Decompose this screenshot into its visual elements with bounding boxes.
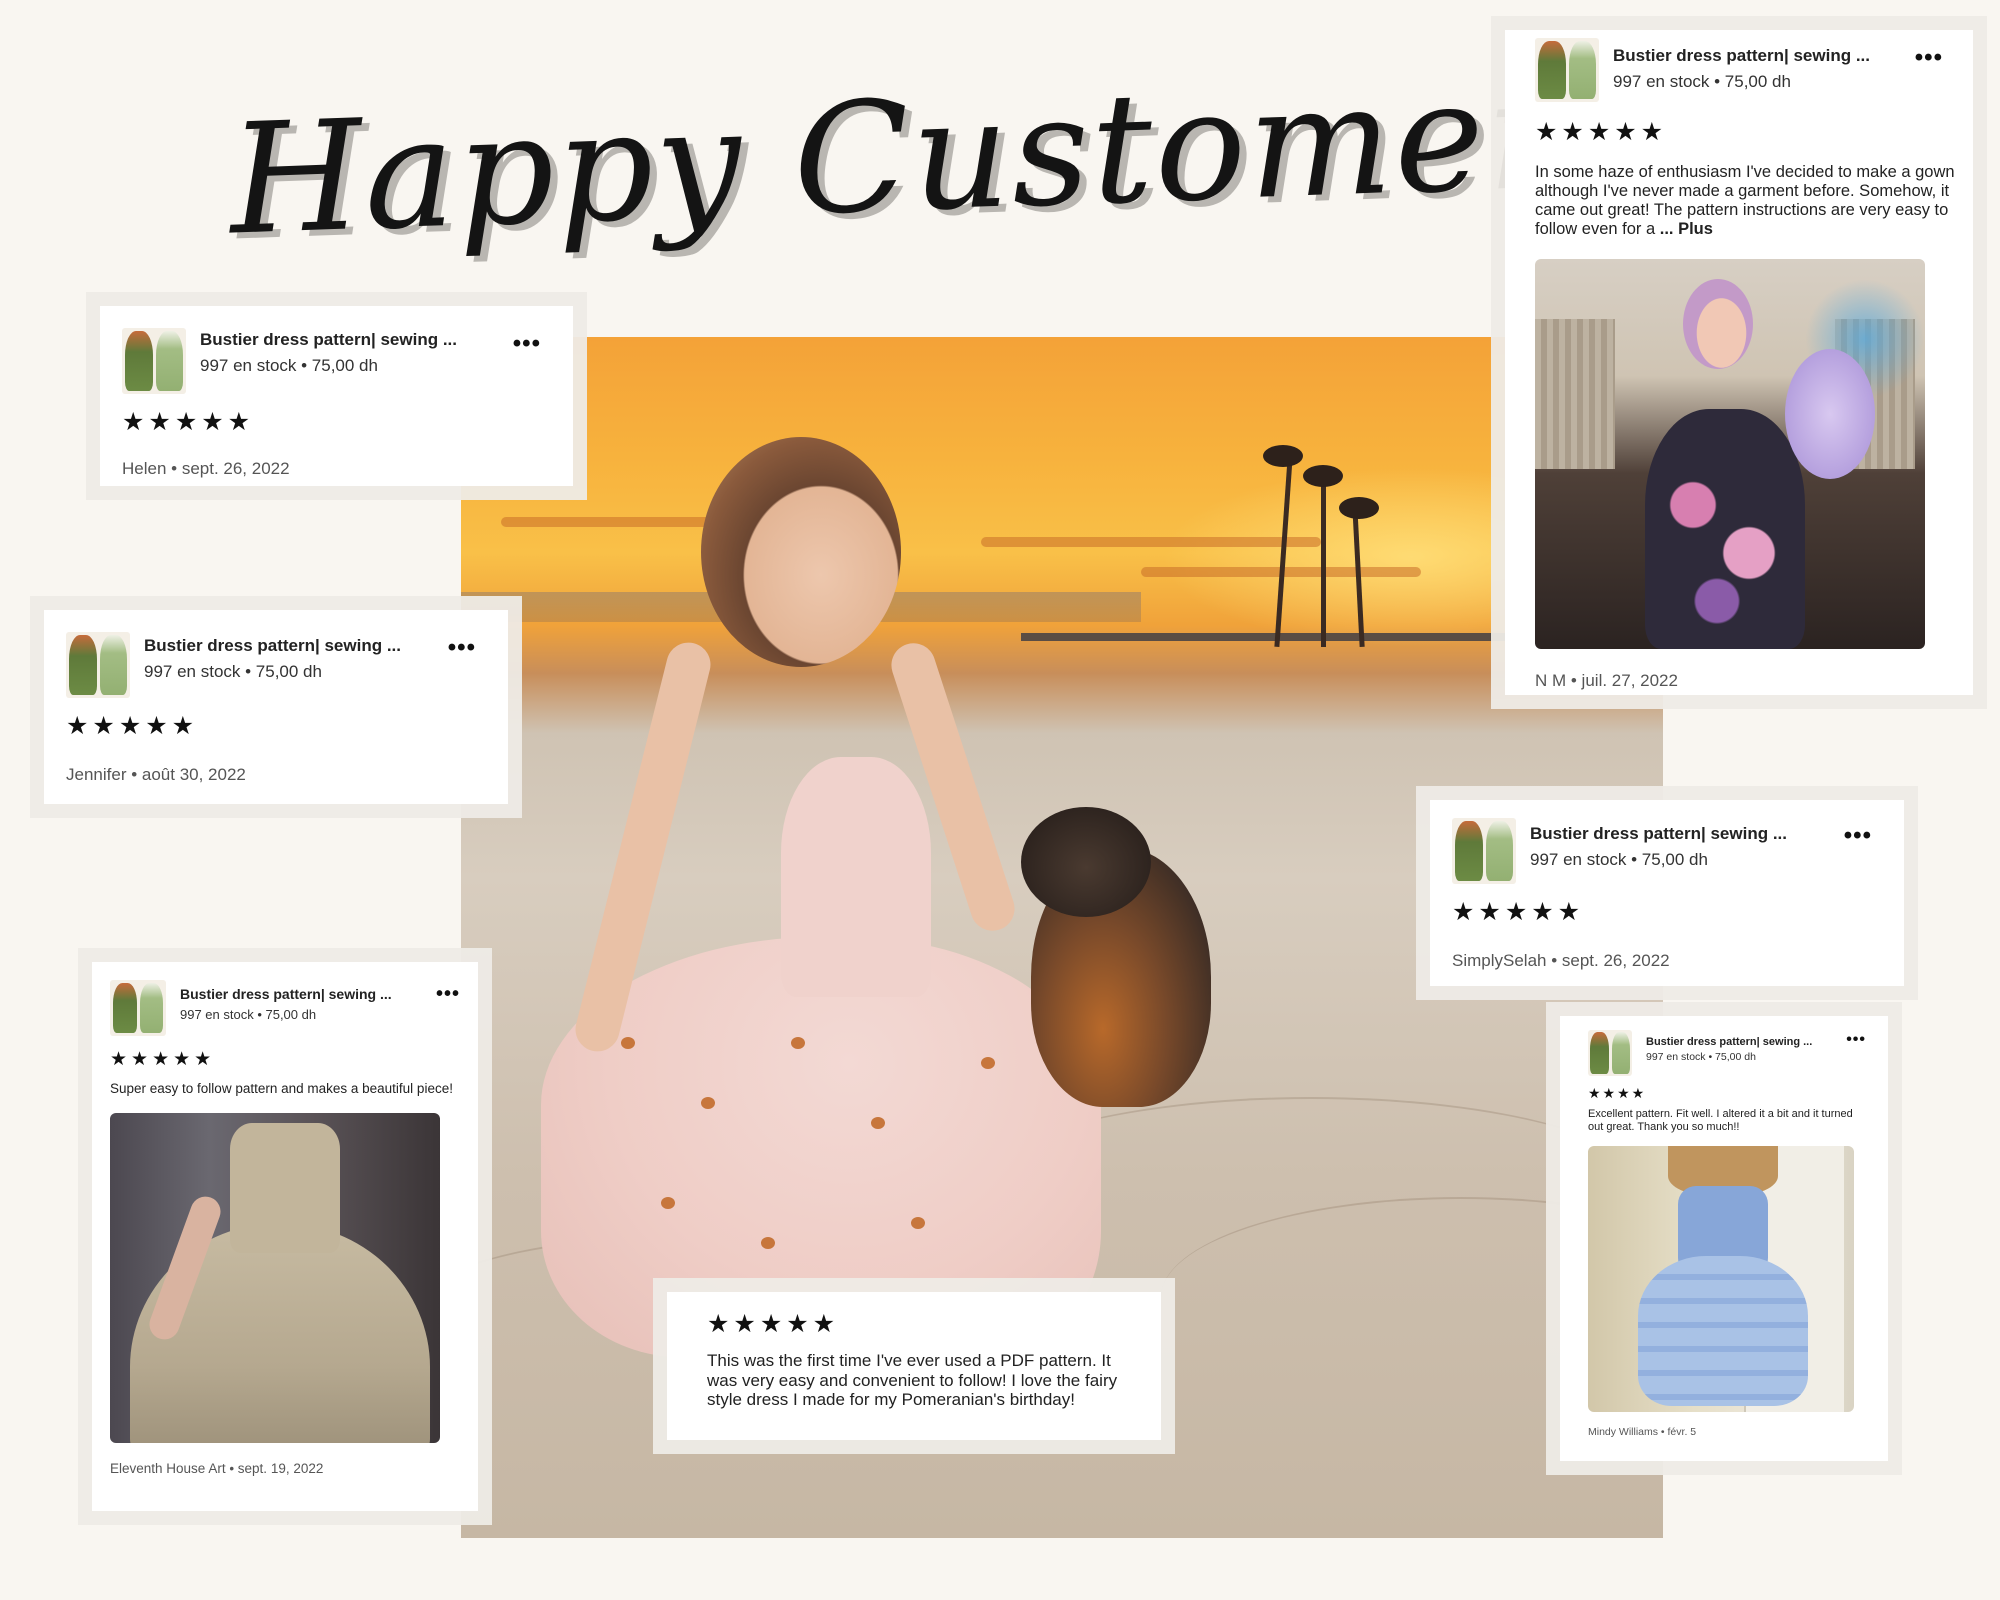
- dress-print: [911, 1217, 925, 1229]
- review-text: This was the first time I've ever used a…: [707, 1351, 1118, 1409]
- pier: [1021, 633, 1581, 641]
- star-rating: ★★★★★: [707, 1310, 840, 1338]
- star-rating: ★★★★: [1588, 1085, 1647, 1101]
- star-rating: ★★★★★: [1535, 118, 1668, 146]
- review-text-content: In some haze of enthusiasm I've decided …: [1535, 163, 1955, 238]
- palm-head: [1339, 497, 1379, 519]
- product-thumbnail[interactable]: [1452, 818, 1516, 884]
- dress-bodice: [781, 757, 931, 997]
- stock-price: 997 en stock • 75,00 dh: [180, 1007, 317, 1022]
- thumbnail-dress-figure: [1568, 41, 1596, 99]
- stock-price: 997 en stock • 75,00 dh: [144, 662, 322, 681]
- thumbnail-dress-figure: [125, 331, 153, 391]
- star-rating: ★★★★★: [110, 1049, 216, 1070]
- review-byline: Eleventh House Art • sept. 19, 2022: [110, 1461, 324, 1476]
- more-horizontal-icon[interactable]: •••: [1844, 824, 1872, 848]
- product-thumbnail[interactable]: [1588, 1030, 1632, 1076]
- stock-price: 997 en stock • 75,00 dh: [200, 356, 378, 375]
- review-text: Excellent pattern. Fit well. I altered i…: [1588, 1108, 1853, 1133]
- thumbnail-dress-figure: [1611, 1032, 1630, 1074]
- palm-head: [1303, 465, 1343, 487]
- stock-price: 997 en stock • 75,00 dh: [1646, 1051, 1756, 1063]
- more-horizontal-icon[interactable]: •••: [1846, 1032, 1866, 1048]
- dress-print: [701, 1097, 715, 1109]
- product-thumbnail[interactable]: [110, 980, 166, 1036]
- product-thumbnail[interactable]: [1535, 38, 1599, 102]
- product-thumbnail[interactable]: [122, 328, 186, 394]
- cloud: [981, 537, 1321, 547]
- read-more-link[interactable]: ... Plus: [1660, 220, 1713, 238]
- thumbnail-dress-figure: [1590, 1032, 1609, 1074]
- thumbnail-dress-figure: [1455, 821, 1483, 881]
- review-photo[interactable]: [110, 1113, 440, 1443]
- review-byline: Jennifer • août 30, 2022: [66, 765, 246, 784]
- bouquet: [1785, 349, 1875, 479]
- thumbnail-dress-figure: [99, 635, 127, 695]
- star-rating: ★★★★★: [66, 712, 199, 740]
- curtain: [1535, 319, 1615, 469]
- review-card: Bustier dress pattern| sewing ... 997 en…: [100, 306, 573, 486]
- product-title[interactable]: Bustier dress pattern| sewing ...: [180, 986, 392, 1002]
- star-rating: ★★★★★: [122, 408, 255, 436]
- product-title[interactable]: Bustier dress pattern| sewing ...: [1646, 1036, 1812, 1048]
- more-horizontal-icon[interactable]: •••: [436, 984, 460, 1004]
- review-byline: Mindy Williams • févr. 5: [1588, 1426, 1697, 1438]
- more-horizontal-icon[interactable]: •••: [1915, 46, 1943, 70]
- thumbnail-dress-figure: [139, 983, 163, 1033]
- thumbnail-dress-figure: [69, 635, 97, 695]
- review-text: Super easy to follow pattern and makes a…: [110, 1081, 453, 1096]
- palm-head: [1263, 445, 1303, 467]
- woman-head: [701, 437, 901, 667]
- thumbnail-dress-figure: [155, 331, 183, 391]
- floral-gown: [1645, 409, 1805, 649]
- review-card: Bustier dress pattern| sewing ... 997 en…: [1560, 1016, 1888, 1461]
- singer-head: [1683, 279, 1753, 369]
- more-horizontal-icon[interactable]: •••: [513, 332, 541, 356]
- palm-trunk: [1321, 477, 1326, 647]
- product-thumbnail[interactable]: [66, 632, 130, 698]
- product-title[interactable]: Bustier dress pattern| sewing ...: [1530, 824, 1787, 844]
- thumbnail-dress-figure: [113, 983, 137, 1033]
- review-photo[interactable]: [1535, 259, 1925, 649]
- stock-price: 997 en stock • 75,00 dh: [1613, 72, 1791, 91]
- stock-price: 997 en stock • 75,00 dh: [1530, 850, 1708, 869]
- product-title[interactable]: Bustier dress pattern| sewing ...: [144, 636, 401, 656]
- thumbnail-dress-figure: [1538, 41, 1566, 99]
- review-photo[interactable]: [1588, 1146, 1854, 1412]
- blue-tulle-skirt: [1638, 1256, 1808, 1406]
- review-card: Bustier dress pattern| sewing ... 997 en…: [44, 610, 508, 804]
- dress-print: [761, 1237, 775, 1249]
- more-horizontal-icon[interactable]: •••: [448, 636, 476, 660]
- thumbnail-dress-figure: [1485, 821, 1513, 881]
- dress-print: [621, 1037, 635, 1049]
- review-card: Bustier dress pattern| sewing ... 997 en…: [92, 962, 478, 1511]
- star-rating: ★★★★★: [1452, 898, 1585, 926]
- review-card: ★★★★★ This was the first time I've ever …: [667, 1292, 1161, 1440]
- dress-print: [871, 1117, 885, 1129]
- khaki-bodice: [230, 1123, 340, 1253]
- review-byline: SimplySelah • sept. 26, 2022: [1452, 951, 1670, 970]
- review-card: Bustier dress pattern| sewing ... 997 en…: [1430, 800, 1904, 986]
- review-text: In some haze of enthusiasm I've decided …: [1535, 163, 1955, 239]
- dress-print: [791, 1037, 805, 1049]
- headline-happy-customers: Happy Customers: [226, 41, 1644, 269]
- review-byline: Helen • sept. 26, 2022: [122, 459, 290, 478]
- product-title[interactable]: Bustier dress pattern| sewing ...: [1613, 46, 1870, 66]
- dog-head: [1021, 807, 1151, 917]
- dress-print: [981, 1057, 995, 1069]
- product-title[interactable]: Bustier dress pattern| sewing ...: [200, 330, 457, 350]
- review-byline: N M • juil. 27, 2022: [1535, 671, 1678, 690]
- dress-print: [661, 1197, 675, 1209]
- review-card: Bustier dress pattern| sewing ... 997 en…: [1505, 30, 1973, 695]
